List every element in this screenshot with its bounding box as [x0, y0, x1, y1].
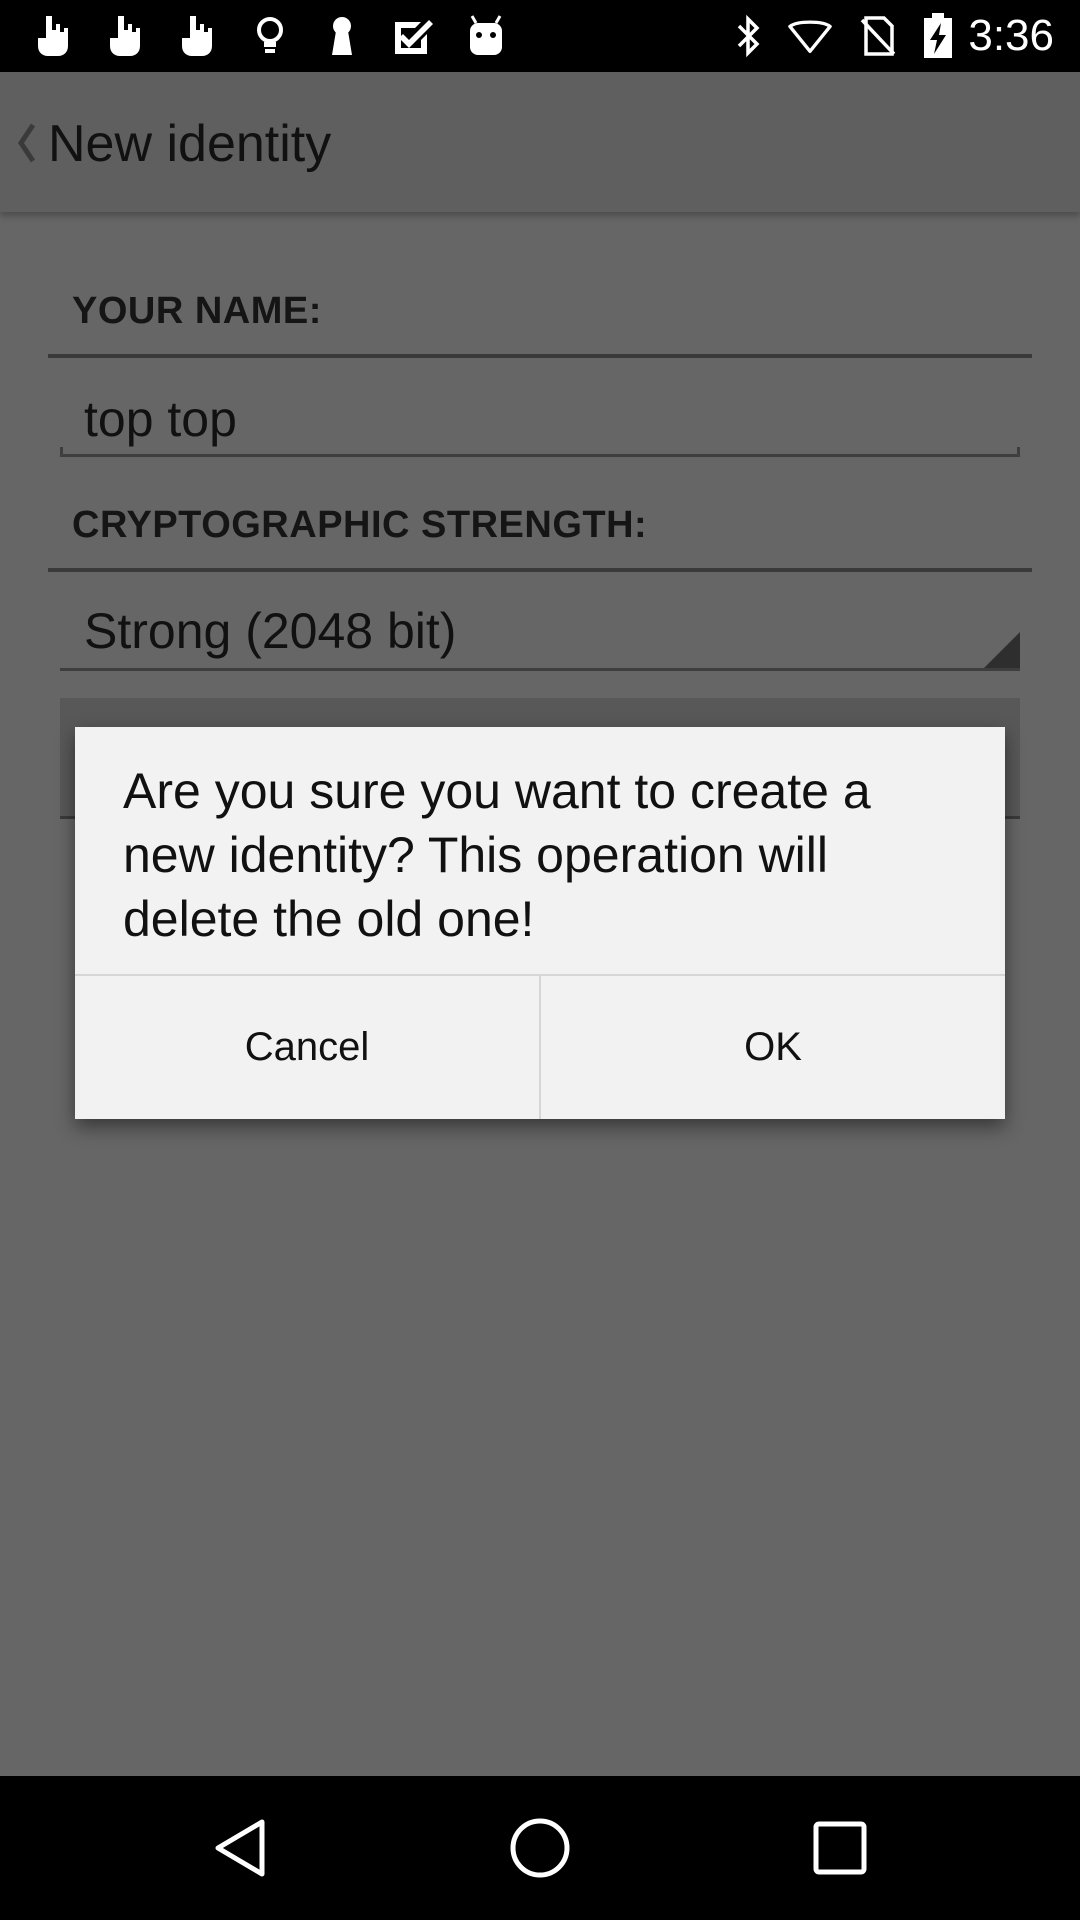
hand-pointer-icon	[102, 14, 146, 58]
status-bar: 3:36	[0, 0, 1080, 72]
no-sim-icon	[856, 14, 900, 58]
page-title: New identity	[48, 115, 332, 173]
cancel-button[interactable]: Cancel	[75, 976, 539, 1119]
dropdown-corner-icon	[984, 632, 1020, 668]
dialog-message: Are you sure you want to create a new id…	[123, 763, 871, 947]
wifi-icon	[788, 14, 832, 58]
app-bar: New identity	[0, 72, 1080, 212]
checkmark-box-icon	[392, 14, 436, 58]
field-edge	[60, 447, 63, 457]
navigation-bar	[0, 1776, 1080, 1920]
android-icon	[464, 14, 508, 58]
back-triangle-icon[interactable]	[198, 1806, 282, 1890]
bluetooth-icon	[726, 14, 770, 58]
recents-square-icon[interactable]	[798, 1806, 882, 1890]
battery-charging-icon	[916, 13, 960, 58]
strength-spinner-value: Strong (2048 bit)	[84, 603, 457, 659]
chevron-left-icon[interactable]	[8, 108, 44, 178]
strength-label: CRYPTOGRAPHIC STRENGTH:	[72, 504, 648, 546]
section-divider	[48, 568, 1032, 572]
confirm-dialog: Are you sure you want to create a new id…	[75, 727, 1005, 1119]
ok-button[interactable]: OK	[541, 976, 1005, 1119]
lightbulb-icon	[248, 14, 292, 58]
hand-pointer-icon	[174, 14, 218, 58]
field-edge	[1017, 447, 1020, 457]
name-field[interactable]: top top	[60, 384, 1020, 457]
status-time: 3:36	[968, 11, 1054, 60]
section-divider	[48, 354, 1032, 358]
strength-spinner[interactable]: Strong (2048 bit)	[60, 594, 1020, 671]
keyhole-icon	[320, 14, 364, 58]
name-label: YOUR NAME:	[72, 290, 322, 332]
name-field-value: top top	[84, 391, 237, 447]
home-circle-icon[interactable]	[498, 1806, 582, 1890]
hand-pointer-icon	[30, 14, 74, 58]
